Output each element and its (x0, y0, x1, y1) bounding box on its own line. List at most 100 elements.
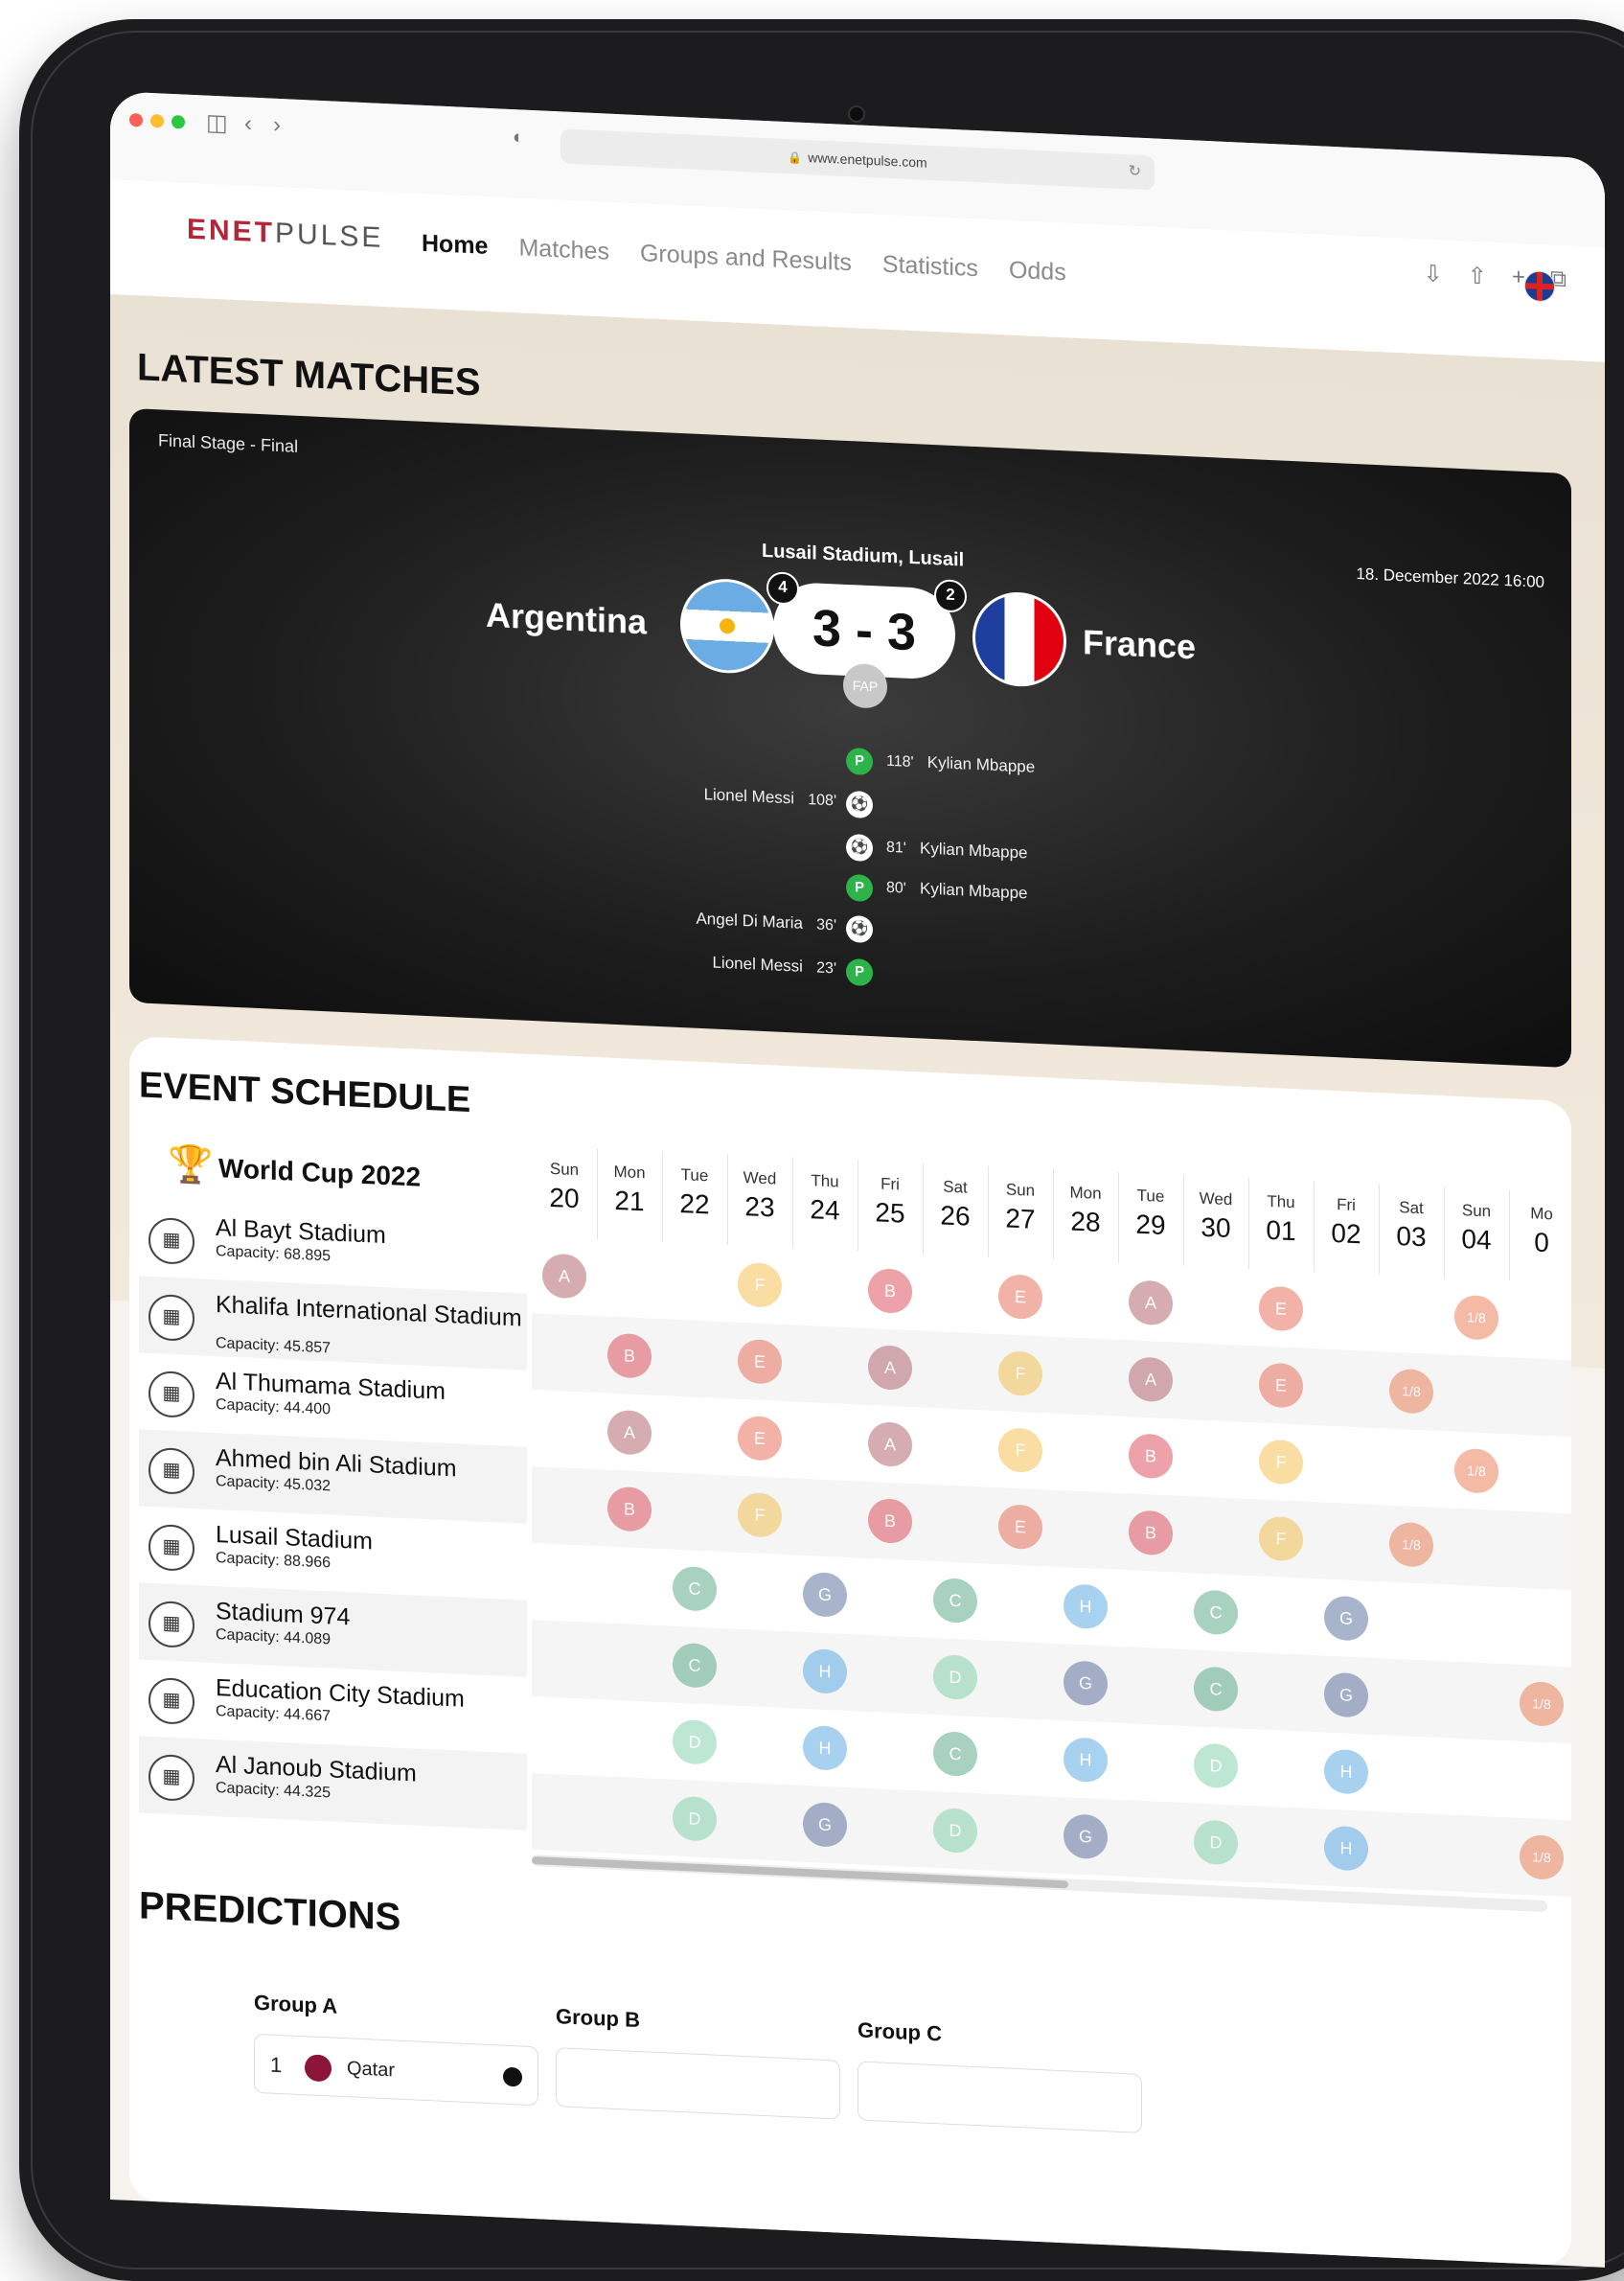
logo-text-a: ENET (187, 213, 276, 249)
day-name: Sat (1399, 1198, 1424, 1218)
event-player: Lionel Messi (703, 785, 795, 808)
day-column-header: Mon 21 (597, 1148, 663, 1243)
argentina-flag-icon (680, 577, 774, 676)
group-c-prediction-row[interactable] (858, 2061, 1142, 2133)
event-player: Kylian Mbappe (920, 839, 1028, 863)
day-date: 21 (614, 1185, 645, 1217)
stadium-icon: ▦ (149, 1216, 194, 1265)
france-flag-icon (972, 589, 1066, 689)
back-icon[interactable]: ‹ (244, 110, 252, 137)
stadium-capacity: Capacity: 68.895 (216, 1242, 332, 1265)
day-column-header: Sat 26 (923, 1163, 989, 1257)
day-name: Sun (1461, 1201, 1492, 1221)
nav-groups-results[interactable]: Groups and Results (640, 240, 852, 277)
day-date: 22 (679, 1187, 710, 1220)
day-date: 20 (549, 1182, 580, 1214)
match-stage: Final Stage - Final (158, 430, 299, 456)
day-name: Wed (743, 1168, 777, 1188)
stadium-capacity: Capacity: 44.325 (216, 1779, 332, 1802)
day-column-header: Sun 27 (988, 1165, 1054, 1260)
day-column-header: Fri 25 (858, 1160, 924, 1255)
match-event: Angel Di Maria 36' (647, 907, 836, 934)
group-b-prediction-row[interactable] (556, 2047, 840, 2120)
url-text: www.enetpulse.com (808, 150, 927, 171)
event-schedule-card: EVENT SCHEDULE 🏆 World Cup 2022 ▦ Al Bayt… (129, 1035, 1571, 2267)
day-name: Mo (1530, 1204, 1553, 1224)
group-c-label: Group C (858, 2017, 942, 2046)
nav-odds[interactable]: Odds (1009, 257, 1066, 288)
day-date: 25 (875, 1197, 905, 1229)
minimize-window-button[interactable] (150, 113, 164, 128)
stadium-icon: ▦ (149, 1370, 194, 1418)
schedule-grid[interactable]: A F B E A E 1/8 B E A F A E 1/8 A E A F B F 1/8 B F B E B F 1/8 C G C H… (532, 1144, 1571, 1898)
match-date: 18. December 2022 16:00 (1356, 564, 1544, 591)
nav-matches[interactable]: Matches (518, 234, 608, 265)
language-flag-icon[interactable] (1524, 270, 1555, 303)
stadium-capacity: Capacity: 44.400 (216, 1395, 332, 1418)
stadium-icon: ▦ (149, 1600, 194, 1648)
event-minute: 80' (886, 879, 906, 897)
group-a-prediction-row[interactable]: 1 Qatar (254, 2033, 538, 2107)
nav-home[interactable]: Home (422, 230, 488, 261)
flag-sun-emblem (720, 617, 735, 634)
tournament-name: World Cup 2022 (218, 1153, 422, 1192)
main-nav: Home Matches Groups and Results Statisti… (422, 230, 1066, 288)
stadium-icon: ▦ (149, 1293, 194, 1342)
stadium-icon: ▦ (149, 1753, 194, 1802)
day-date: 30 (1201, 1211, 1231, 1244)
stadium-capacity: Capacity: 44.089 (216, 1625, 332, 1648)
privacy-shield-icon[interactable]: ◐ (513, 127, 524, 150)
day-name: Wed (1199, 1188, 1233, 1210)
goal-ball-icon: ⚽ (846, 914, 873, 944)
match-event: 80' Kylian Mbappe (886, 878, 1028, 904)
day-name: Mon (1069, 1183, 1102, 1203)
sidebar-icon[interactable]: ◫ (206, 109, 228, 138)
day-column-header: Tue 29 (1118, 1171, 1184, 1266)
day-name: Sat (943, 1177, 968, 1197)
drag-handle-icon[interactable] (503, 2066, 522, 2087)
day-column-header: Mo 0 (1509, 1189, 1571, 1284)
day-date: 01 (1266, 1214, 1296, 1247)
day-date: 04 (1461, 1224, 1492, 1256)
download-icon[interactable]: ⇩ (1424, 260, 1443, 288)
latest-match-card[interactable]: Final Stage - Final Lusail Stadium, Lusa… (129, 407, 1571, 1069)
stadium-capacity: Capacity: 45.857 (216, 1334, 332, 1357)
enetpulse-logo[interactable]: ENETPULSE (187, 214, 383, 255)
address-bar[interactable]: 🔒 www.enetpulse.com ↻ (560, 128, 1155, 191)
trophy-icon: 🏆 (168, 1143, 214, 1187)
day-date: 26 (940, 1200, 971, 1232)
reload-icon[interactable]: ↻ (1129, 154, 1141, 190)
stadium-capacity: Capacity: 44.667 (216, 1702, 332, 1725)
day-name: Sun (549, 1159, 580, 1180)
group-a-label: Group A (254, 1990, 338, 2018)
event-minute: 81' (886, 839, 906, 857)
day-column-header: Tue 22 (662, 1151, 728, 1246)
day-date: 24 (810, 1194, 840, 1226)
event-minute: 23' (816, 959, 836, 978)
match-stadium: Lusail Stadium, Lusail (762, 540, 965, 571)
event-player: Angel Di Maria (696, 909, 803, 933)
penalty-goal-icon: P (846, 747, 873, 776)
share-icon[interactable]: ⇧ (1468, 262, 1487, 290)
event-minute: 118' (886, 752, 914, 772)
predictions-title: PREDICTIONS (139, 1884, 401, 1939)
penalty-goal-icon: P (846, 957, 873, 987)
day-name: Thu (811, 1171, 839, 1191)
day-name: Fri (881, 1174, 900, 1194)
day-date: 28 (1070, 1206, 1101, 1237)
forward-icon[interactable]: › (273, 112, 281, 139)
goal-ball-icon: ⚽ (846, 790, 873, 819)
new-tab-icon[interactable]: + (1512, 264, 1525, 292)
logo-text-b: PULSE (275, 217, 384, 254)
nav-statistics[interactable]: Statistics (882, 251, 978, 284)
team-name: Qatar (347, 2058, 396, 2082)
tablet-screen: ◫ ‹ › ◐ 🔒 www.enetpulse.com ↻ ENETPULSE H… (110, 91, 1605, 2268)
home-penalties: 4 (766, 571, 799, 606)
lock-icon: 🔒 (788, 150, 803, 165)
close-window-button[interactable] (129, 112, 143, 127)
camera-icon (848, 105, 865, 123)
maximize-window-button[interactable] (172, 114, 185, 129)
away-team-name: France (1083, 622, 1197, 667)
stadium-row[interactable]: ▦ Al Janoub Stadium Capacity: 44.325 (139, 1736, 527, 1831)
day-name: Fri (1337, 1195, 1356, 1215)
